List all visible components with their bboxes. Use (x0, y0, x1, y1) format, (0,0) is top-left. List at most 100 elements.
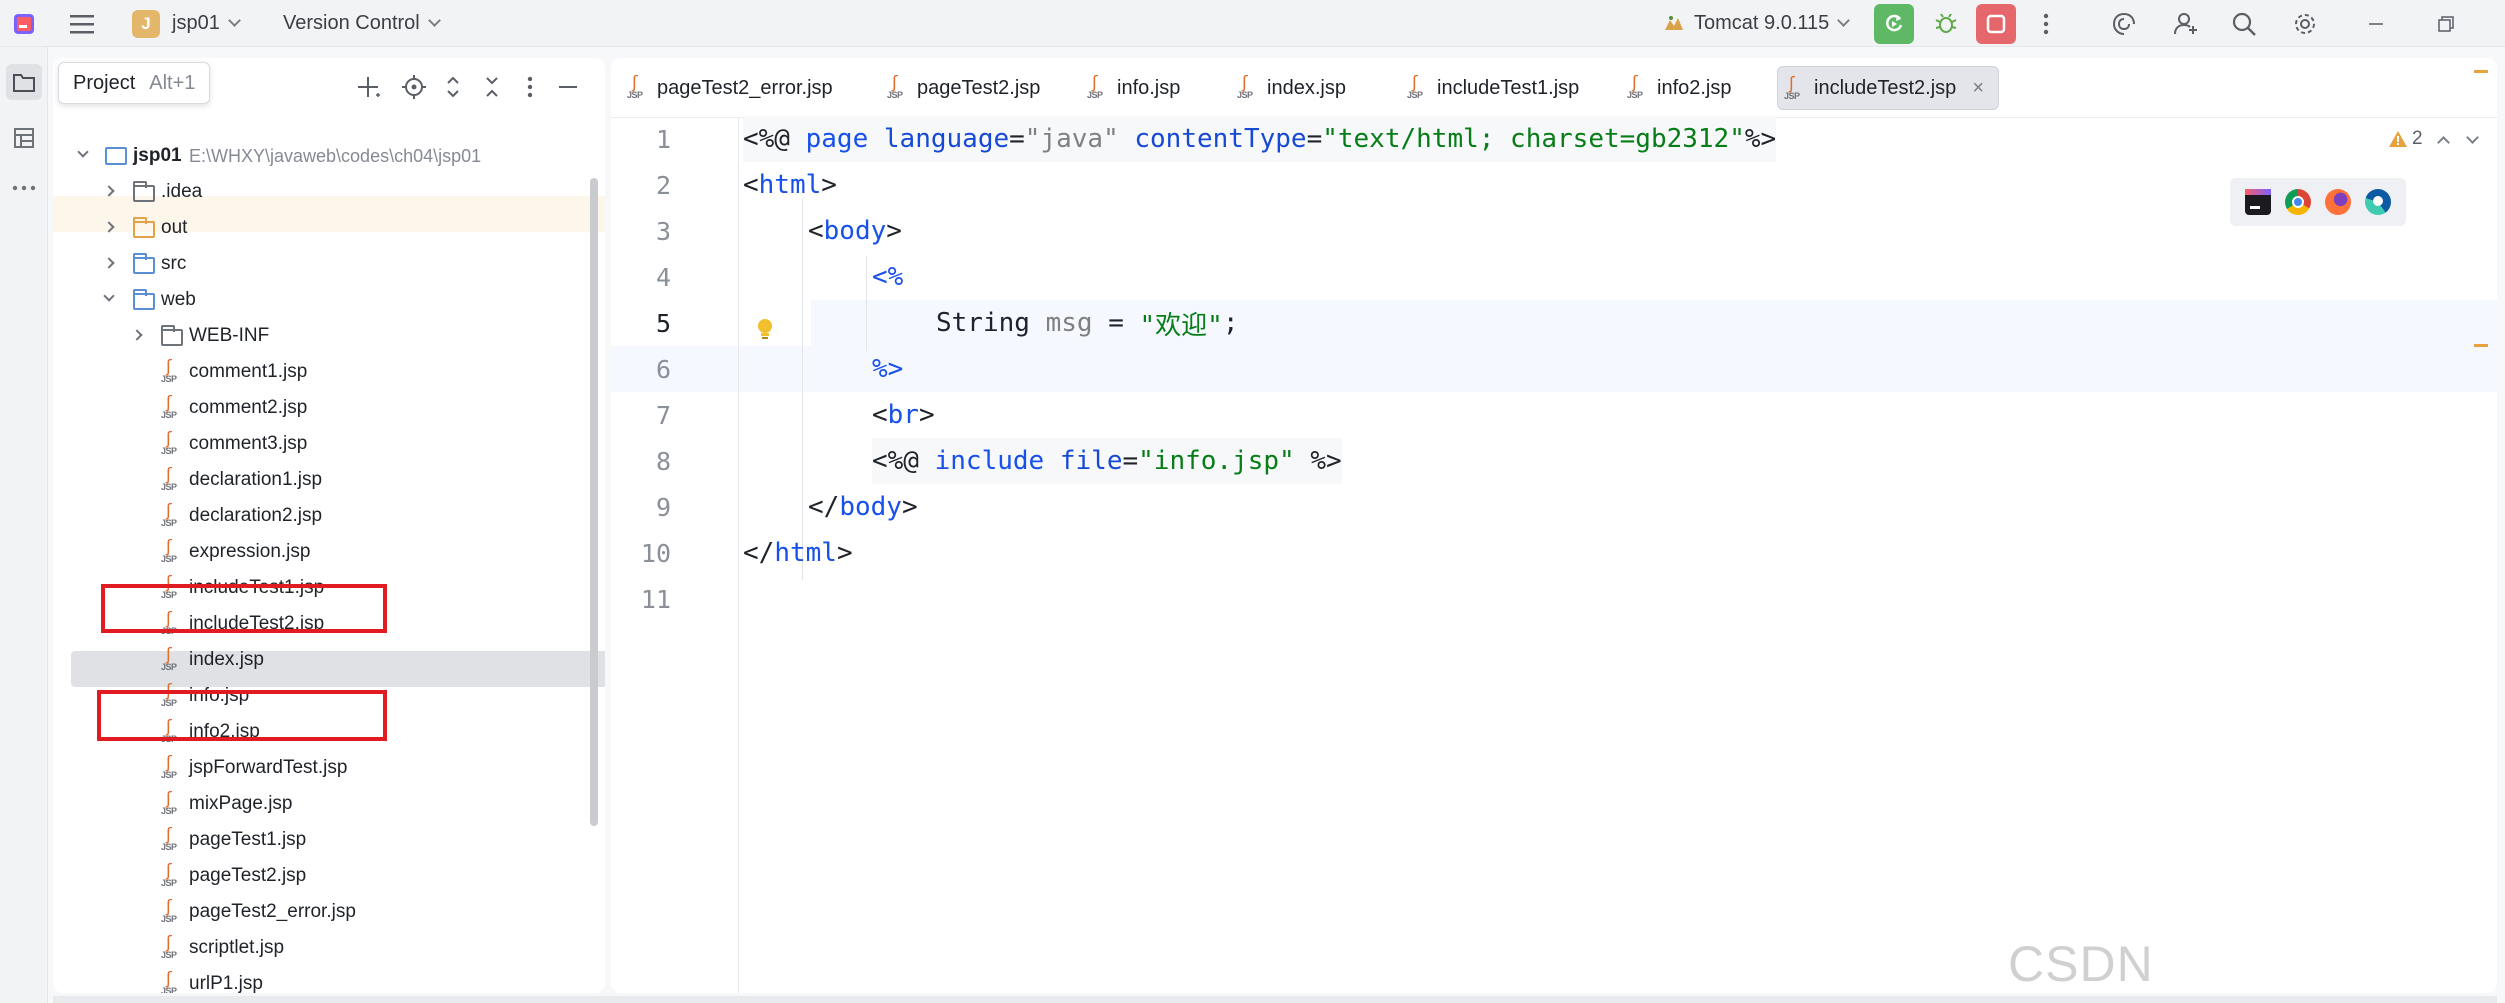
tree-folder-src[interactable]: src (53, 246, 584, 282)
excluded-folder-icon (133, 217, 155, 238)
tree-root-name: jsp01 (133, 145, 182, 166)
tree-file-index-jsp[interactable]: ʃ JSP index.jsp (53, 642, 584, 678)
code-line-2[interactable]: < html > (743, 162, 837, 208)
code-line-3[interactable]: < body > (808, 208, 902, 254)
tree-item-label: declaration2.jsp (189, 505, 323, 526)
tooltip-shortcut: Alt+1 (149, 71, 196, 94)
run-config-label: Tomcat 9.0.115 (1694, 12, 1830, 34)
line-number: 10 (640, 539, 671, 568)
chrome-icon[interactable] (2285, 189, 2311, 215)
tree-file-jspForwardTest-jsp[interactable]: ʃ JSP jspForwardTest.jsp (53, 750, 584, 786)
intention-bulb-icon[interactable] (755, 317, 775, 348)
tree-folder-web-inf[interactable]: WEB-INF (53, 318, 584, 354)
tree-file-pageTest2-jsp[interactable]: ʃ JSP pageTest2.jsp (53, 858, 584, 894)
project-tool-button[interactable] (6, 64, 42, 100)
tree-file-declaration1-jsp[interactable]: ʃ JSP declaration1.jsp (53, 462, 584, 498)
tab-includeTest1-jsp[interactable]: ʃ JSP includeTest1.jsp (1401, 66, 1579, 110)
tab-label: index.jsp (1267, 76, 1346, 99)
rerun-icon (1886, 14, 1903, 32)
tree-folder-idea[interactable]: .idea (53, 174, 584, 210)
settings-gear-icon[interactable] (2287, 6, 2323, 42)
stop-icon (1986, 14, 2006, 34)
tab-index-jsp[interactable]: ʃ JSP index.jsp (1231, 66, 1346, 110)
main-menu-icon[interactable] (64, 6, 100, 42)
folder-icon (161, 325, 183, 346)
more-tools-icon[interactable] (6, 170, 42, 206)
collapse-all-icon[interactable] (477, 72, 507, 102)
code-line-1[interactable]: <%@ page language = "java" contentType = "te… (743, 116, 1777, 162)
intellij-browser-icon[interactable] (2245, 189, 2271, 215)
highlight-box-info2 (97, 690, 387, 741)
tab-includeTest2-jsp[interactable]: ʃ JSP includeTest2.jsp × (1777, 66, 1999, 110)
tree-item-label: comment2.jsp (189, 397, 308, 418)
code-line-5[interactable]: String msg = "欢迎"; (936, 300, 1238, 346)
tree-file-pageTest2_error-jsp[interactable]: ʃ JSP pageTest2_error.jsp (53, 894, 584, 930)
web-folder-icon (133, 289, 155, 310)
options-icon[interactable] (515, 72, 545, 102)
tree-file-pageTest1-jsp[interactable]: ʃ JSP pageTest1.jsp (53, 822, 584, 858)
bug-icon (1935, 13, 1957, 33)
app-logo-icon[interactable] (6, 6, 42, 42)
project-avatar: J (132, 9, 160, 38)
hide-panel-icon[interactable] (553, 72, 583, 102)
new-file-icon[interactable] (353, 72, 383, 102)
firefox-icon[interactable] (2325, 189, 2351, 215)
tree-file-expression-jsp[interactable]: ʃ JSP expression.jsp (53, 534, 584, 570)
tree-item-label: .idea (161, 181, 203, 202)
inspection-widget[interactable]: 2 (2388, 128, 2479, 150)
jsp-file-icon: ʃ JSP (1627, 73, 1643, 101)
tree-file-declaration2-jsp[interactable]: ʃ JSP declaration2.jsp (53, 498, 584, 534)
code-line-10[interactable]: </html > (743, 530, 853, 576)
code-line-9[interactable]: </body > (808, 484, 918, 530)
close-tab-icon[interactable]: × (1972, 77, 1984, 100)
jsp-file-icon: ʃ JSP (161, 789, 177, 817)
code-line-7[interactable]: < br > (872, 392, 935, 438)
run-config-selector[interactable]: Tomcat 9.0.115 (1662, 0, 1851, 47)
code-line-8[interactable]: <%@ include file = "info.jsp" %> (872, 438, 1342, 484)
locate-file-icon[interactable] (399, 72, 429, 102)
project-scrollbar[interactable] (590, 178, 598, 826)
project-switcher[interactable]: J jsp01 (132, 0, 241, 47)
add-user-icon[interactable] (2168, 6, 2204, 42)
tab-pageTest2-jsp[interactable]: ʃ JSP pageTest2.jsp (881, 66, 1040, 110)
tab-info2-jsp[interactable]: ʃ JSP info2.jsp (1621, 66, 1732, 110)
structure-tool-button[interactable] (6, 120, 42, 156)
edge-icon[interactable] (2365, 189, 2391, 215)
expand-all-icon[interactable] (438, 72, 468, 102)
ai-assistant-icon[interactable] (2106, 6, 2142, 42)
previous-problem-icon[interactable] (2436, 135, 2450, 149)
next-problem-icon[interactable] (2465, 130, 2479, 144)
rerun-button[interactable] (1874, 4, 1914, 44)
jsp-file-icon: ʃ JSP (161, 537, 177, 565)
search-icon[interactable] (2226, 6, 2262, 42)
status-bar (53, 996, 2497, 1003)
restore-window-button[interactable] (2428, 6, 2464, 42)
code-line-4[interactable]: <% (872, 254, 903, 300)
tab-info-jsp[interactable]: ʃ JSP info.jsp (1081, 66, 1180, 110)
tree-file-urlP1-jsp[interactable]: ʃ JSP urlP1.jsp (53, 966, 584, 994)
debug-button[interactable] (1928, 6, 1964, 42)
chevron-right-icon (103, 221, 115, 233)
tree-file-comment3-jsp[interactable]: ʃ JSP comment3.jsp (53, 426, 584, 462)
watermark: CSDN @_codemonster (2008, 936, 2388, 1003)
tab-label: pageTest2.jsp (917, 76, 1041, 99)
tree-folder-out[interactable]: out (53, 210, 584, 246)
tree-file-mixPage-jsp[interactable]: ʃ JSP mixPage.jsp (53, 786, 584, 822)
tree-file-comment2-jsp[interactable]: ʃ JSP comment2.jsp (53, 390, 584, 426)
title-bar: J jsp01 Version Control Tomcat 9.0.115 (0, 0, 2505, 47)
tree-folder-web[interactable]: web (53, 282, 584, 318)
jsp-file-icon: ʃ JSP (161, 501, 177, 529)
tree-file-scriptlet-jsp[interactable]: ʃ JSP scriptlet.jsp (53, 930, 584, 966)
module-folder-icon (105, 147, 127, 165)
minimize-window-button[interactable] (2358, 6, 2394, 42)
more-actions-icon[interactable] (2028, 6, 2064, 42)
stop-button[interactable] (1976, 4, 2016, 44)
tab-pageTest2_error-jsp[interactable]: ʃ JSP pageTest2_error.jsp (621, 66, 833, 110)
version-control-menu[interactable]: Version Control (283, 0, 441, 47)
highlight-box-includeTest2 (101, 584, 387, 633)
tree-root-jsp01[interactable]: jsp01 E:\WHXY\javaweb\codes\ch04\jsp01 (53, 138, 584, 174)
code-line-6[interactable]: %> (872, 346, 903, 392)
tree-file-comment1-jsp[interactable]: ʃ JSP comment1.jsp (53, 354, 584, 390)
jsp-file-icon: ʃ JSP (161, 645, 177, 673)
chevron-down-icon (427, 14, 441, 27)
